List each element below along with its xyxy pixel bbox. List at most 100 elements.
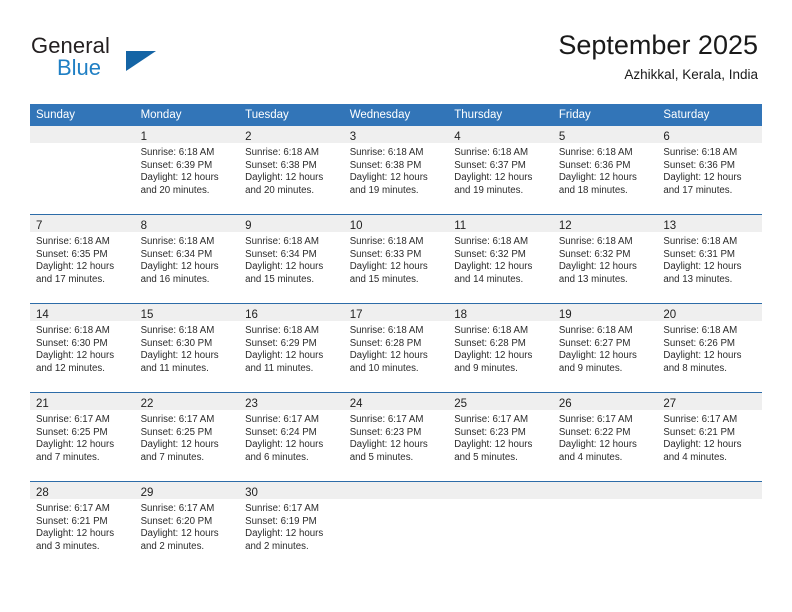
day-detail-line: Daylight: 12 hours	[349, 350, 428, 362]
day-cell-content: 14 Sunrise: 6:18 AM Sunset: 6:30 PM Dayligh…	[30, 304, 135, 392]
calendar-day-cell[interactable]: 12 Sunrise: 6:18 AM Sunset: 6:32 PM Dayligh…	[552, 214, 658, 304]
calendar-day-cell[interactable]: 23 Sunrise: 6:17 AM Sunset: 6:24 PM Dayligh…	[239, 392, 344, 482]
calendar-day-cell[interactable]: 19 Sunrise: 6:18 AM Sunset: 6:27 PM Dayligh…	[552, 303, 658, 393]
day-detail-line: and 20 minutes.	[140, 184, 210, 196]
day-number: 8	[140, 220, 147, 232]
calendar-day-cell[interactable]: 21 Sunrise: 6:17 AM Sunset: 6:25 PM Dayligh…	[30, 392, 135, 482]
day-detail-line: Sunset: 6:30 PM	[36, 337, 108, 349]
day-detail-line: Sunset: 6:25 PM	[140, 426, 213, 438]
calendar-day-cell[interactable]: 10 Sunrise: 6:18 AM Sunset: 6:33 PM Dayligh…	[343, 214, 449, 304]
day-number: 9	[245, 220, 252, 232]
day-cell-details: Sunrise: 6:18 AM Sunset: 6:39 PM Daylight:…	[135, 143, 240, 197]
calendar-day-cell[interactable]: 17 Sunrise: 6:18 AM Sunset: 6:28 PM Dayligh…	[343, 303, 449, 393]
calendar-day-cell[interactable]: 11 Sunrise: 6:18 AM Sunset: 6:32 PM Dayligh…	[448, 214, 553, 304]
day-detail-line: and 3 minutes.	[36, 540, 100, 552]
day-cell-details: Sunrise: 6:17 AM Sunset: 6:25 PM Daylight:…	[30, 410, 135, 464]
day-number-band: 21	[30, 393, 135, 410]
day-cell-details: Sunrise: 6:17 AM Sunset: 6:23 PM Daylight:…	[448, 410, 553, 464]
calendar-day-cell[interactable]: 13 Sunrise: 6:18 AM Sunset: 6:31 PM Dayligh…	[657, 214, 762, 304]
day-cell-content	[448, 482, 553, 570]
day-cell-content: 21 Sunrise: 6:17 AM Sunset: 6:25 PM Dayligh…	[30, 393, 135, 481]
day-number-band: 6	[657, 126, 762, 143]
day-detail-line: Daylight: 12 hours	[663, 261, 742, 273]
day-number: 4	[454, 131, 461, 143]
day-number: 18	[454, 309, 468, 321]
calendar-week-row: 7 Sunrise: 6:18 AM Sunset: 6:35 PM Daylight…	[30, 214, 762, 304]
day-detail-line: Daylight: 12 hours	[454, 439, 533, 451]
day-detail-line: Sunrise: 6:18 AM	[140, 147, 215, 158]
day-detail-line: Sunrise: 6:18 AM	[349, 325, 424, 336]
calendar-day-cell[interactable]: 18 Sunrise: 6:18 AM Sunset: 6:28 PM Dayligh…	[448, 303, 553, 393]
day-number-band: 22	[134, 393, 240, 410]
day-detail-line: Sunset: 6:33 PM	[349, 248, 422, 260]
calendar-day-cell[interactable]: 2 Sunrise: 6:18 AM Sunset: 6:38 PM Daylight…	[239, 126, 344, 215]
calendar-day-cell[interactable]: 22 Sunrise: 6:17 AM Sunset: 6:25 PM Dayligh…	[134, 392, 240, 482]
calendar-day-cell[interactable]: 20 Sunrise: 6:18 AM Sunset: 6:26 PM Dayligh…	[657, 303, 762, 393]
day-detail-line: Sunset: 6:39 PM	[140, 159, 213, 171]
calendar-day-cell[interactable]: 29 Sunrise: 6:17 AM Sunset: 6:20 PM Dayligh…	[134, 481, 240, 570]
day-cell-details	[553, 499, 658, 503]
day-number-band: 11	[448, 215, 553, 232]
calendar-day-cell[interactable]: 26 Sunrise: 6:17 AM Sunset: 6:22 PM Dayligh…	[552, 392, 658, 482]
day-number-band: 25	[448, 393, 553, 410]
calendar-day-cell[interactable]: 3 Sunrise: 6:18 AM Sunset: 6:38 PM Daylight…	[343, 126, 449, 215]
day-number: 13	[663, 220, 677, 232]
day-detail-line: Sunset: 6:23 PM	[349, 426, 422, 438]
day-detail-line: Sunset: 6:36 PM	[663, 159, 735, 171]
day-detail-line: Sunset: 6:34 PM	[140, 248, 213, 260]
day-detail-line: Sunset: 6:38 PM	[349, 159, 422, 171]
calendar-day-cell[interactable]: 1 Sunrise: 6:18 AM Sunset: 6:39 PM Daylight…	[134, 126, 240, 215]
calendar-day-cell[interactable]: 25 Sunrise: 6:17 AM Sunset: 6:23 PM Dayligh…	[448, 392, 553, 482]
day-cell-content: 17 Sunrise: 6:18 AM Sunset: 6:28 PM Dayligh…	[343, 304, 449, 392]
calendar-day-cell[interactable]: 8 Sunrise: 6:18 AM Sunset: 6:34 PM Daylight…	[134, 214, 240, 304]
calendar-day-cell[interactable]: 7 Sunrise: 6:18 AM Sunset: 6:35 PM Daylight…	[30, 214, 135, 304]
calendar-day-cell[interactable]: 30 Sunrise: 6:17 AM Sunset: 6:19 PM Dayligh…	[239, 481, 344, 570]
calendar-day-cell[interactable]: 16 Sunrise: 6:18 AM Sunset: 6:29 PM Dayligh…	[239, 303, 344, 393]
day-number-band: 15	[134, 304, 240, 321]
day-detail-line: and 14 minutes.	[454, 273, 524, 285]
day-number-band	[448, 482, 553, 499]
calendar-day-cell[interactable]: 5 Sunrise: 6:18 AM Sunset: 6:36 PM Daylight…	[552, 126, 658, 215]
day-cell-content: 9 Sunrise: 6:18 AM Sunset: 6:34 PM Daylight…	[239, 215, 344, 303]
day-detail-line: Sunrise: 6:18 AM	[558, 147, 633, 158]
calendar-day-cell[interactable]: 28 Sunrise: 6:17 AM Sunset: 6:21 PM Dayligh…	[30, 481, 135, 570]
page-header: General Blue September 2025 Azhikkal, Ke…	[0, 0, 792, 104]
calendar-day-cell	[30, 126, 135, 215]
day-number-band	[657, 482, 762, 499]
day-detail-line: Sunset: 6:19 PM	[245, 515, 317, 527]
day-detail-line: Daylight: 12 hours	[349, 261, 428, 273]
day-number-band: 24	[343, 393, 449, 410]
day-detail-line: Sunrise: 6:17 AM	[245, 414, 319, 425]
day-cell-details: Sunrise: 6:17 AM Sunset: 6:20 PM Daylight:…	[135, 499, 240, 553]
day-cell-details: Sunrise: 6:17 AM Sunset: 6:21 PM Daylight:…	[30, 499, 135, 553]
day-detail-line: Daylight: 12 hours	[245, 528, 324, 540]
day-detail-line: Daylight: 12 hours	[140, 172, 219, 184]
calendar-day-cell[interactable]: 4 Sunrise: 6:18 AM Sunset: 6:37 PM Daylight…	[448, 126, 553, 215]
day-cell-details: Sunrise: 6:18 AM Sunset: 6:30 PM Daylight:…	[30, 321, 135, 375]
day-detail-line: and 4 minutes.	[558, 451, 623, 463]
day-number-band: 2	[239, 126, 344, 143]
day-detail-line: and 7 minutes.	[36, 451, 100, 463]
day-cell-details	[448, 499, 553, 503]
day-detail-line: and 17 minutes.	[36, 273, 105, 285]
day-cell-content: 28 Sunrise: 6:17 AM Sunset: 6:21 PM Dayligh…	[30, 482, 135, 570]
day-cell-details: Sunrise: 6:18 AM Sunset: 6:34 PM Daylight:…	[135, 232, 240, 286]
day-cell-details: Sunrise: 6:17 AM Sunset: 6:24 PM Daylight:…	[239, 410, 344, 464]
brand-logo[interactable]: General Blue	[31, 33, 231, 83]
calendar-day-cell[interactable]: 24 Sunrise: 6:17 AM Sunset: 6:23 PM Dayligh…	[343, 392, 449, 482]
day-number-band	[30, 126, 135, 143]
day-detail-line: Sunrise: 6:18 AM	[558, 325, 633, 336]
day-detail-line: Sunset: 6:38 PM	[245, 159, 317, 171]
day-detail-line: Sunset: 6:20 PM	[140, 515, 213, 527]
day-number: 28	[36, 487, 49, 499]
calendar-day-cell[interactable]: 6 Sunrise: 6:18 AM Sunset: 6:36 PM Daylight…	[657, 126, 762, 215]
day-cell-content: 23 Sunrise: 6:17 AM Sunset: 6:24 PM Dayligh…	[239, 393, 344, 481]
calendar-day-cell[interactable]: 15 Sunrise: 6:18 AM Sunset: 6:30 PM Dayligh…	[134, 303, 240, 393]
calendar-day-cell[interactable]: 27 Sunrise: 6:17 AM Sunset: 6:21 PM Dayligh…	[657, 392, 762, 482]
calendar-day-cell[interactable]: 9 Sunrise: 6:18 AM Sunset: 6:34 PM Daylight…	[239, 214, 344, 304]
calendar-day-cell[interactable]: 14 Sunrise: 6:18 AM Sunset: 6:30 PM Dayligh…	[30, 303, 135, 393]
day-number-band: 27	[657, 393, 762, 410]
day-detail-line: and 19 minutes.	[454, 184, 524, 196]
day-number: 29	[140, 487, 154, 499]
day-detail-line: and 17 minutes.	[663, 184, 733, 196]
